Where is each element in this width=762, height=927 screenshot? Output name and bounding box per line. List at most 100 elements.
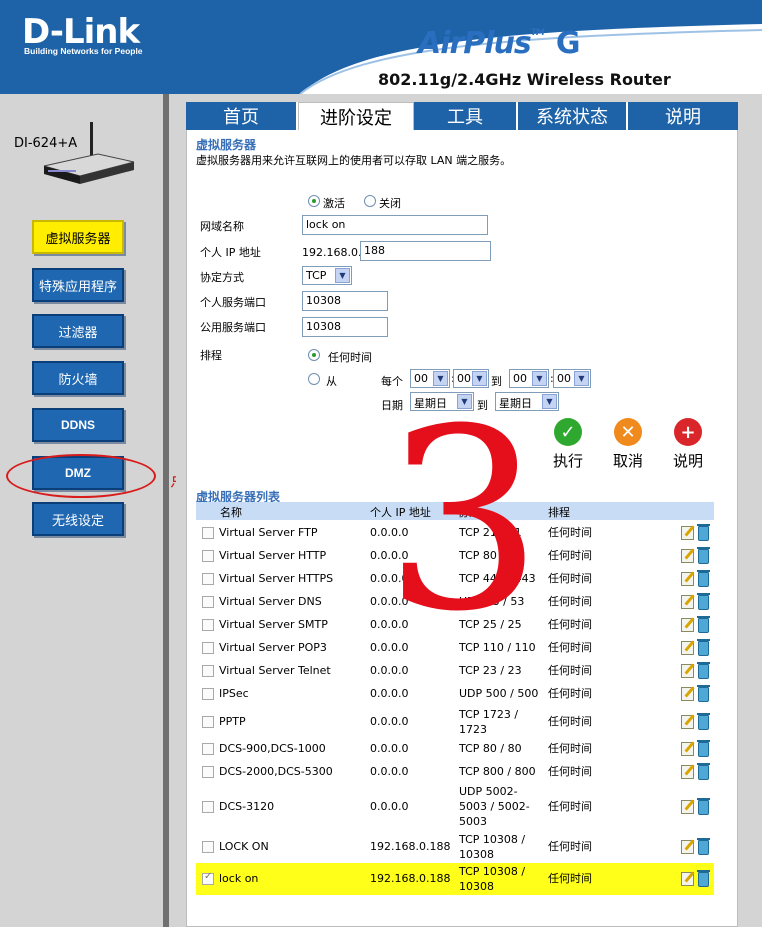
table-row[interactable]: DCS-2000,DCS-5300 0.0.0.0 TCP 800 / 800 任何时… xyxy=(196,761,714,783)
edit-icon[interactable] xyxy=(681,872,694,886)
table-row[interactable]: Virtual Server FTP 0.0.0.0 TCP 21 / 21 任何时间 xyxy=(196,522,714,544)
table-row[interactable]: Virtual Server HTTP 0.0.0.0 TCP 80 / 80 任何时… xyxy=(196,545,714,567)
schedule-label: 排程 xyxy=(200,349,222,362)
table-row[interactable]: Virtual Server Telnet 0.0.0.0 TCP 23 / 23 任… xyxy=(196,660,714,682)
edit-icon[interactable] xyxy=(681,526,694,540)
start-minute-select[interactable]: 00 ▼ xyxy=(453,369,489,388)
private-port-input[interactable]: 10308 xyxy=(302,291,388,311)
trash-icon[interactable] xyxy=(697,713,710,730)
end-hour-select[interactable]: 00 ▼ xyxy=(509,369,549,388)
row-checkbox[interactable] xyxy=(202,596,214,608)
protocol-select[interactable]: TCP ▼ xyxy=(302,266,352,285)
public-port-input[interactable]: 10308 xyxy=(302,317,388,337)
check-icon: ✓ xyxy=(554,418,582,446)
edit-icon[interactable] xyxy=(681,641,694,655)
edit-icon[interactable] xyxy=(681,715,694,729)
row-checkbox[interactable] xyxy=(202,871,214,885)
row-ip: 0.0.0.0 xyxy=(370,765,409,778)
trash-icon[interactable] xyxy=(697,570,710,587)
edit-icon[interactable] xyxy=(681,840,694,854)
edit-icon[interactable] xyxy=(681,618,694,632)
row-checkbox[interactable] xyxy=(202,743,214,755)
row-protocol: TCP 21 / 21 xyxy=(459,526,522,539)
row-checkbox[interactable] xyxy=(202,766,214,778)
end-minute-select[interactable]: 00 ▼ xyxy=(553,369,591,388)
tab-advanced[interactable]: 进阶设定 xyxy=(298,102,414,130)
trash-icon[interactable] xyxy=(697,685,710,702)
trash-icon[interactable] xyxy=(697,593,710,610)
sidebar-item-special-applications[interactable]: 特殊应用程序 xyxy=(32,268,124,302)
trash-icon[interactable] xyxy=(697,524,710,541)
row-schedule: 任何时间 xyxy=(548,641,592,654)
apply-button[interactable]: ✓ 执行 xyxy=(544,418,592,471)
edit-icon[interactable] xyxy=(681,549,694,563)
trash-icon[interactable] xyxy=(697,662,710,679)
trash-icon[interactable] xyxy=(697,870,710,887)
schedule-from-radio[interactable] xyxy=(308,373,320,385)
disable-radio[interactable] xyxy=(364,195,376,207)
edit-icon[interactable] xyxy=(681,572,694,586)
trash-icon[interactable] xyxy=(697,616,710,633)
edit-icon[interactable] xyxy=(681,765,694,779)
table-row[interactable]: Virtual Server POP3 0.0.0.0 TCP 110 / 110 任… xyxy=(196,637,714,659)
table-row[interactable]: DCS-3120 0.0.0.0 UDP 5002-5003 / 5002-5003… xyxy=(196,784,714,830)
trash-icon[interactable] xyxy=(697,798,710,815)
table-row[interactable]: PPTP 0.0.0.0 TCP 1723 / 1723 任何时间 xyxy=(196,706,714,738)
row-name: Virtual Server DNS xyxy=(219,595,322,608)
sidebar-item-virtual-server[interactable]: 虚拟服务器 xyxy=(32,220,124,254)
trash-icon[interactable] xyxy=(697,838,710,855)
chevron-down-icon: ▼ xyxy=(457,394,472,409)
row-checkbox[interactable] xyxy=(202,573,214,585)
row-checkbox[interactable] xyxy=(202,550,214,562)
trash-icon[interactable] xyxy=(697,547,710,564)
row-ip: 0.0.0.0 xyxy=(370,526,409,539)
row-checkbox[interactable] xyxy=(202,642,214,654)
ip-input[interactable]: 188 xyxy=(360,241,491,261)
tab-home[interactable]: 首页 xyxy=(186,102,298,130)
trash-icon[interactable] xyxy=(697,639,710,656)
enable-radio[interactable] xyxy=(308,195,320,207)
sidebar-item-ddns[interactable]: DDNS xyxy=(32,408,124,442)
row-checkbox[interactable] xyxy=(202,665,214,677)
schedule-always-label: 任何时间 xyxy=(328,351,372,364)
edit-icon[interactable] xyxy=(681,742,694,756)
tab-help[interactable]: 说明 xyxy=(628,102,738,130)
table-row[interactable]: Virtual Server HTTPS 0.0.0.0 TCP 443 / 443… xyxy=(196,568,714,590)
date-label: 日期 xyxy=(381,399,403,412)
tab-tools[interactable]: 工具 xyxy=(414,102,518,130)
row-checkbox[interactable] xyxy=(202,716,214,728)
trash-icon[interactable] xyxy=(697,740,710,757)
row-checkbox[interactable] xyxy=(202,841,214,853)
row-ip: 0.0.0.0 xyxy=(370,572,409,585)
name-input[interactable]: lock on xyxy=(302,215,488,235)
cancel-button[interactable]: ✕ 取消 xyxy=(604,418,652,471)
edit-icon[interactable] xyxy=(681,595,694,609)
sidebar-item-filters[interactable]: 过滤器 xyxy=(32,314,124,348)
row-checkbox[interactable] xyxy=(202,619,214,631)
start-hour-select[interactable]: 00 ▼ xyxy=(410,369,450,388)
table-row[interactable]: lock on 192.168.0.188 TCP 10308 / 10308 任何时… xyxy=(196,863,714,895)
table-row[interactable]: Virtual Server SMTP 0.0.0.0 TCP 25 / 25 任何时… xyxy=(196,614,714,636)
start-day-select[interactable]: 星期日 ▼ xyxy=(410,392,474,411)
schedule-always-radio[interactable] xyxy=(308,349,320,361)
row-name: DCS-3120 xyxy=(219,800,275,813)
row-name: DCS-900,DCS-1000 xyxy=(219,742,326,755)
row-checkbox[interactable] xyxy=(202,801,214,813)
table-row[interactable]: Virtual Server DNS 0.0.0.0 UDP 53 / 53 任何时间 xyxy=(196,591,714,613)
sidebar-item-firewall[interactable]: 防火墙 xyxy=(32,361,124,395)
row-checkbox[interactable] xyxy=(202,688,214,700)
table-row[interactable]: LOCK ON 192.168.0.188 TCP 10308 / 10308 任何时… xyxy=(196,831,714,863)
end-day-select[interactable]: 星期日 ▼ xyxy=(495,392,559,411)
table-row[interactable]: DCS-900,DCS-1000 0.0.0.0 TCP 80 / 80 任何时间 xyxy=(196,738,714,760)
row-checkbox[interactable] xyxy=(202,527,214,539)
edit-icon[interactable] xyxy=(681,800,694,814)
tab-status[interactable]: 系统状态 xyxy=(518,102,628,130)
trash-icon[interactable] xyxy=(697,763,710,780)
table-row[interactable]: IPSec 0.0.0.0 UDP 500 / 500 任何时间 xyxy=(196,683,714,705)
edit-icon[interactable] xyxy=(681,664,694,678)
sidebar-item-wireless-settings[interactable]: 无线设定 xyxy=(32,502,124,536)
cancel-icon: ✕ xyxy=(614,418,642,446)
help-button[interactable]: + 说明 xyxy=(664,418,712,471)
edit-icon[interactable] xyxy=(681,687,694,701)
row-name: Virtual Server POP3 xyxy=(219,641,327,654)
